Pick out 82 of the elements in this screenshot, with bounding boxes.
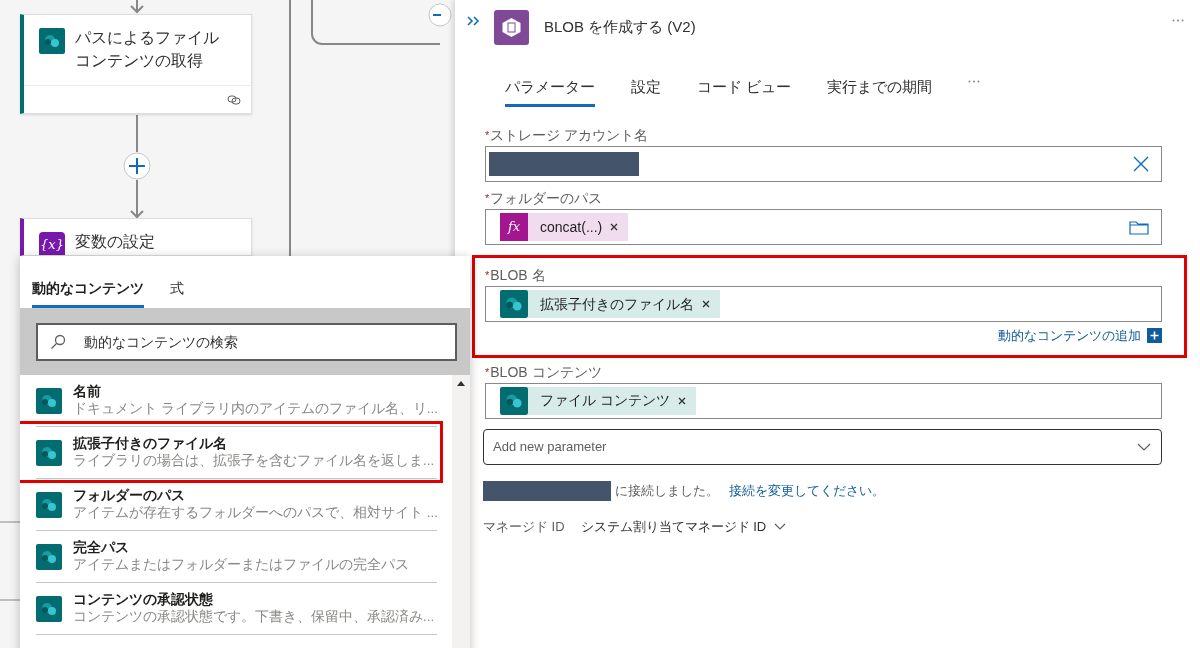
panel-tab[interactable]: 設定 [631,55,661,107]
app-icon [500,386,528,415]
list-item[interactable]: コンテンツの承認状態 コンテンツの承認状態です。下書き、保留中、承認済み... [36,583,437,635]
token-label: ファイル コンテンツ [540,391,670,410]
card-title: 変数の設定 [75,232,156,252]
folder-icon[interactable] [1129,219,1149,235]
input-field[interactable] [485,146,1162,182]
parameter-dropdown[interactable]: Add new parameter [483,428,1162,465]
connector-arrow [130,179,144,219]
item-description: アイテムまたはフォルダーまたはファイルの完全パス [73,556,409,574]
app-icon [36,492,62,518]
item-description: アイテムが存在するフォルダーへのパスで、相対サイト ... [73,504,437,522]
card-title: パスによるファイルコンテンツの取得 [75,28,220,71]
connection-text: に接続しました。 [615,481,719,500]
list-item[interactable]: フォルダーのパス アイテムが存在するフォルダーへのパスで、相対サイト ... [36,479,437,531]
token-label: 拡張子付きのファイル名 [540,294,694,314]
add-dynamic-content-link[interactable]: 動的なコンテンツの追加 [998,326,1141,346]
search-field[interactable]: 動的なコンテンツの検索 [36,322,457,361]
add-icon[interactable] [1147,328,1162,344]
token-label: concat(...) [540,217,603,237]
app-icon [500,290,528,318]
chevron-down-icon[interactable] [1137,442,1151,451]
app-icon [36,440,62,466]
required-mark: * [485,268,490,283]
item-description: ドキュメント ライブラリ内のアイテムのファイル名、リ... [73,400,437,418]
item-title: 完全パス [73,539,130,556]
link-icon [227,94,241,105]
input-field[interactable]: ファイル コンテンツ [485,382,1162,419]
panel-tab[interactable]: 実行までの期間 [827,55,933,107]
app-icon [36,596,62,622]
panel-tab[interactable]: コード ビュー [697,55,792,107]
required-mark: * [485,128,490,143]
connector-line [136,114,138,153]
app-icon [39,28,65,54]
chevron-down-icon [774,522,787,530]
more-tabs-icon[interactable] [968,80,981,83]
clear-icon[interactable] [1133,156,1149,172]
more-icon[interactable] [1172,19,1184,22]
expand-icon[interactable] [467,15,481,26]
field-label: BLOB 名 [490,267,546,283]
scrollbar[interactable] [452,375,470,648]
item-title: 名前 [73,383,102,400]
search-icon [50,333,66,350]
token-chip[interactable]: ファイル コンテンツ [500,386,696,415]
item-description: コンテンツの承認状態です。下書き、保留中、承認済み... [73,608,435,626]
list-item[interactable]: 完全パス アイテムまたはフォルダーまたはファイルの完全パス [36,531,437,583]
managed-identity-dropdown[interactable]: システム割り当てマネージド ID [580,516,787,536]
field-label: ストレージ アカウント名 [490,127,649,143]
remove-icon[interactable] [677,396,686,405]
list-item[interactable]: 名前 ドキュメント ライブラリ内のアイテムのファイル名、リ... [36,375,437,427]
field-label: フォルダーのパス [490,190,603,206]
app-icon [36,388,62,414]
add-step-icon[interactable] [123,152,151,180]
content-tab[interactable]: 式 [170,256,184,308]
required-mark: * [485,191,490,206]
scroll-up-icon[interactable] [457,381,465,386]
input-field[interactable]: fx concat(...) [485,209,1162,245]
item-title: 拡張子付きのファイル名 [73,435,228,452]
token-chip[interactable]: fx concat(...) [500,213,629,241]
connector-arrow [130,0,144,14]
change-connection-link[interactable]: 接続を変更してください。 [729,480,885,501]
item-title: フォルダーのパス [73,487,186,504]
token-chip[interactable]: 拡張子付きのファイル名 [500,290,720,318]
managed-identity-label: マネージド ID [483,517,565,536]
function-icon: fx [500,213,528,241]
remove-icon[interactable] [610,223,619,231]
dropdown-placeholder: Add new parameter [493,437,608,456]
input-field[interactable]: 拡張子付きのファイル名 [485,286,1162,322]
panel-title: BLOB を作成する (V2) [544,17,697,38]
remove-icon[interactable] [702,300,710,308]
variable-icon: {x} [39,232,65,255]
required-mark: * [485,364,490,380]
storage-icon [494,10,529,45]
item-title: コンテンツの承認状態 [73,591,214,608]
app-icon [36,544,62,570]
collapse-icon[interactable] [428,3,452,27]
action-card[interactable]: パスによるファイルコンテンツの取得 [20,14,252,114]
item-description: ライブラリの場合は、拡張子を含むファイル名を返しま... [73,452,435,470]
field-label: BLOB コンテンツ [490,363,602,380]
list-item[interactable]: 拡張子付きのファイル名 ライブラリの場合は、拡張子を含むファイル名を返しま... [36,427,437,479]
action-card[interactable]: {x} 変数の設定 [20,218,252,256]
panel-tab[interactable]: パラメーター [505,55,595,107]
